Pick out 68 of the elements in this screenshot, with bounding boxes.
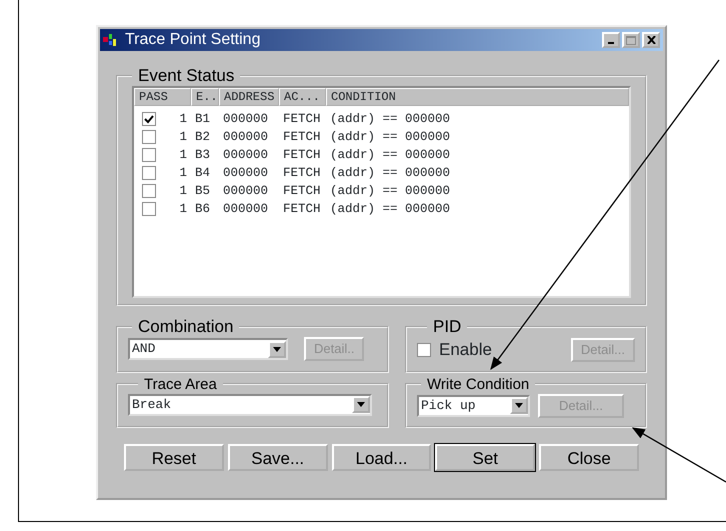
column-header[interactable]: PASS [134,88,191,106]
group-label: PID [432,318,462,335]
list-cell-text: (addr) == 000000 [329,111,452,128]
maximize-icon [626,36,636,44]
checkbox[interactable] [142,166,156,180]
list-row[interactable]: 1 B2 000000 FETCH (addr) == 000000 [134,128,629,146]
column-header[interactable]: ADDRESS [219,88,279,106]
list-cell-text: 1 [179,183,188,200]
close-button[interactable] [642,32,660,48]
checkbox[interactable] [417,342,431,357]
list-cell-text: (addr) == 000000 [329,147,452,164]
column-header[interactable]: E.. [191,88,219,106]
list-cell-text: 1 [179,147,188,164]
dropdown[interactable]: AND [128,338,288,360]
list-cell-text: FETCH [282,183,322,200]
dialog-button[interactable]: Load... [332,444,432,470]
column-header[interactable]: AC... [279,88,326,106]
group-label: Combination [137,318,234,335]
list-row[interactable]: 1 B3 000000 FETCH (addr) == 000000 [134,146,629,164]
list-cell-text: (addr) == 000000 [329,165,452,182]
list-cell-text: FETCH [282,147,322,164]
dialog-button[interactable]: Save... [228,444,328,470]
list-cell-text: B6 [194,201,212,218]
list-cell-text: 000000 [222,201,270,218]
list-cell-text: 000000 [222,111,270,128]
checkbox[interactable] [142,184,156,198]
list-cell-text: B4 [194,165,212,182]
list-row[interactable]: 1 B5 000000 FETCH (addr) == 000000 [134,182,629,200]
list-cell-text: FETCH [282,165,322,182]
list-cell-text: 000000 [222,165,270,182]
checkbox[interactable] [142,148,156,162]
window-title: Trace Point Setting [125,30,260,50]
list-cell-text: 1 [179,129,188,146]
group-label: Write Condition [426,376,530,392]
list-cell-text: (addr) == 000000 [329,183,452,200]
dialog-button[interactable]: Close [539,444,639,470]
checkbox[interactable] [142,202,156,216]
dropdown[interactable]: Break [128,394,372,416]
list-cell-text: 000000 [222,129,270,146]
list-row[interactable]: 1 B6 000000 FETCH (addr) == 000000 [134,200,629,218]
list-cell-text: 000000 [222,147,270,164]
app-icon [103,33,119,47]
list-cell-text: (addr) == 000000 [329,129,452,146]
list-cell-text: (addr) == 000000 [329,201,452,218]
list-cell-text: B5 [194,183,212,200]
list-row[interactable]: 1 B4 000000 FETCH (addr) == 000000 [134,164,629,182]
list-cell-text: B1 [194,111,212,128]
dropdown[interactable]: Pick up [417,394,530,416]
checkbox-label: Enable [439,339,492,361]
list-cell-text: FETCH [282,111,322,128]
list-cell-text: 000000 [222,183,270,200]
checkbox[interactable] [142,112,156,126]
list-cell-text: FETCH [282,201,322,218]
list-cell-text: 1 [179,201,188,218]
list-cell-text: B2 [194,129,212,146]
close-icon [646,36,656,44]
list-row[interactable]: 1 B1 000000 FETCH (addr) == 000000 [134,110,629,128]
group-label: Trace Area [143,376,218,392]
minimize-button[interactable] [602,32,620,48]
dialog-button[interactable]: Set [435,444,536,470]
list-cell-text: FETCH [282,129,322,146]
dialog-button[interactable]: Reset [124,444,224,470]
column-header[interactable]: CONDITION [326,88,629,106]
list-cell-text: 1 [179,165,188,182]
checkbox[interactable] [142,130,156,144]
list-cell-text: 1 [179,111,188,128]
list-cell-text: B3 [194,147,212,164]
group-label: Event Status [137,67,236,84]
